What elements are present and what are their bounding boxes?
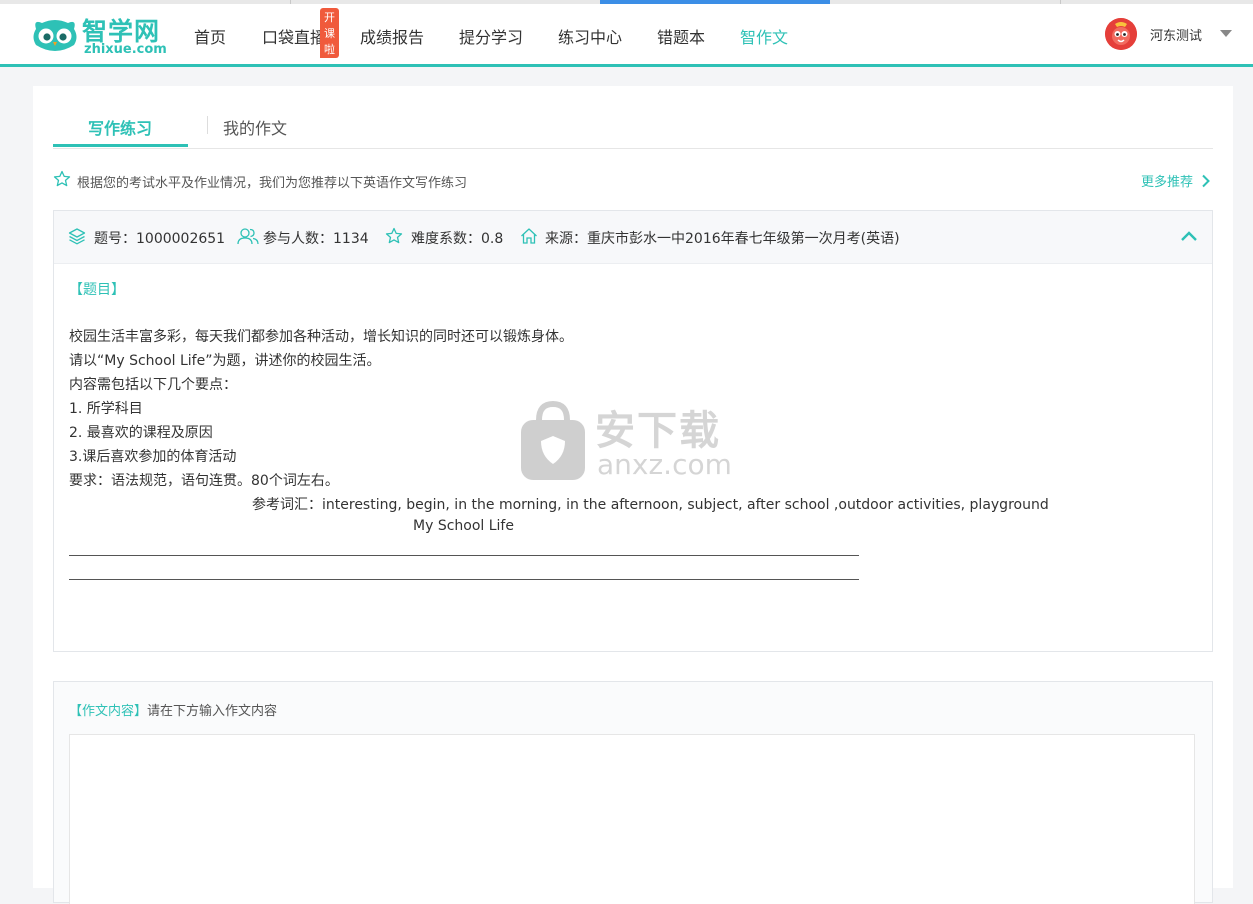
chevron-up-icon[interactable] bbox=[1180, 229, 1198, 243]
nav-item-home[interactable]: 首页 bbox=[194, 24, 226, 48]
logo[interactable]: 智学网 zhixue.com bbox=[30, 12, 170, 58]
question-line: 请以“My School Life”为题，讲述你的校园生活。 bbox=[69, 353, 381, 369]
nav-item-mistake-book[interactable]: 错题本 bbox=[657, 24, 705, 48]
nav-item-improve-study[interactable]: 提分学习 bbox=[459, 24, 523, 48]
live-badge: 开课啦 bbox=[320, 8, 339, 58]
question-id: 题号：1000002651 bbox=[94, 231, 226, 247]
avatar[interactable] bbox=[1105, 18, 1137, 50]
essay-answer-panel: 【作文内容】请在下方输入作文内容 bbox=[53, 681, 1213, 904]
nav-item-live[interactable]: 口袋直播 bbox=[262, 24, 326, 48]
user-name: 河东测试 bbox=[1150, 29, 1203, 44]
main-card: 写作练习 我的作文 根据您的考试水平及作业情况，我们为您推荐以下英语作文写作练习… bbox=[33, 86, 1233, 904]
chevron-right-icon bbox=[1202, 174, 1211, 188]
question-line: 3.课后喜欢参加的体育活动 bbox=[69, 449, 237, 465]
question-panel: 题号：1000002651 参与人数：1134 难度系数：0.8 来源：重庆市彭… bbox=[53, 210, 1213, 652]
owl-logo-icon bbox=[33, 20, 77, 51]
essay-content-hint: 请在下方输入作文内容 bbox=[147, 704, 278, 719]
layers-icon bbox=[68, 228, 86, 245]
vocabulary-hint: 参考词汇：interesting, begin, in the morning,… bbox=[252, 497, 1049, 513]
avatar-mascot-icon bbox=[1105, 18, 1137, 50]
question-meta-bar: 题号：1000002651 参与人数：1134 难度系数：0.8 来源：重庆市彭… bbox=[54, 211, 1212, 264]
nav-item-smart-essay[interactable]: 智作文 bbox=[740, 24, 788, 48]
essay-input[interactable] bbox=[69, 734, 1195, 904]
tab-my-essays[interactable]: 我的作文 bbox=[223, 115, 287, 139]
nav-item-practice-center[interactable]: 练习中心 bbox=[558, 24, 622, 48]
essay-tabs: 写作练习 我的作文 bbox=[53, 86, 1213, 149]
star-outline-icon bbox=[53, 170, 71, 187]
star-outline-icon bbox=[385, 227, 403, 244]
participant-count: 参与人数：1134 bbox=[263, 231, 369, 247]
chevron-down-icon[interactable] bbox=[1220, 30, 1232, 37]
essay-title: My School Life bbox=[413, 518, 514, 534]
difficulty: 难度系数：0.8 bbox=[411, 231, 504, 247]
essay-content-tag: 【作文内容】 bbox=[69, 704, 148, 719]
top-navigation-bar: 智学网 zhixue.com 首页 口袋直播 开课啦 成绩报告 提分学习 练习中… bbox=[0, 4, 1253, 67]
tab-divider bbox=[207, 116, 208, 134]
tab-writing-practice[interactable]: 写作练习 bbox=[88, 115, 152, 139]
question-line: 内容需包括以下几个要点： bbox=[69, 377, 237, 393]
active-tab-underline bbox=[53, 144, 188, 147]
users-icon bbox=[237, 228, 259, 245]
recommend-text: 根据您的考试水平及作业情况，我们为您推荐以下英语作文写作练习 bbox=[77, 176, 468, 191]
answer-line bbox=[69, 579, 859, 580]
nav-item-score-report[interactable]: 成绩报告 bbox=[360, 24, 424, 48]
question-line: 校园生活丰富多彩，每天我们都参加各种活动，增长知识的同时还可以锻炼身体。 bbox=[69, 329, 573, 345]
question-line: 1. 所学科目 bbox=[69, 401, 143, 417]
more-recommendations-label: 更多推荐 bbox=[1141, 175, 1194, 190]
question-tag: 【题目】 bbox=[69, 282, 125, 298]
essay-content-label: 【作文内容】请在下方输入作文内容 bbox=[69, 700, 277, 719]
home-icon bbox=[521, 228, 537, 244]
more-recommendations-link[interactable]: 更多推荐 bbox=[1141, 171, 1211, 190]
logo-domain: zhixue.com bbox=[84, 42, 167, 57]
question-line: 要求：语法规范，语句连贯。80个词左右。 bbox=[69, 473, 339, 489]
answer-line bbox=[69, 555, 859, 556]
question-source: 来源：重庆市彭水一中2016年春七年级第一次月考(英语) bbox=[545, 231, 900, 247]
question-line: 2. 最喜欢的课程及原因 bbox=[69, 425, 213, 441]
